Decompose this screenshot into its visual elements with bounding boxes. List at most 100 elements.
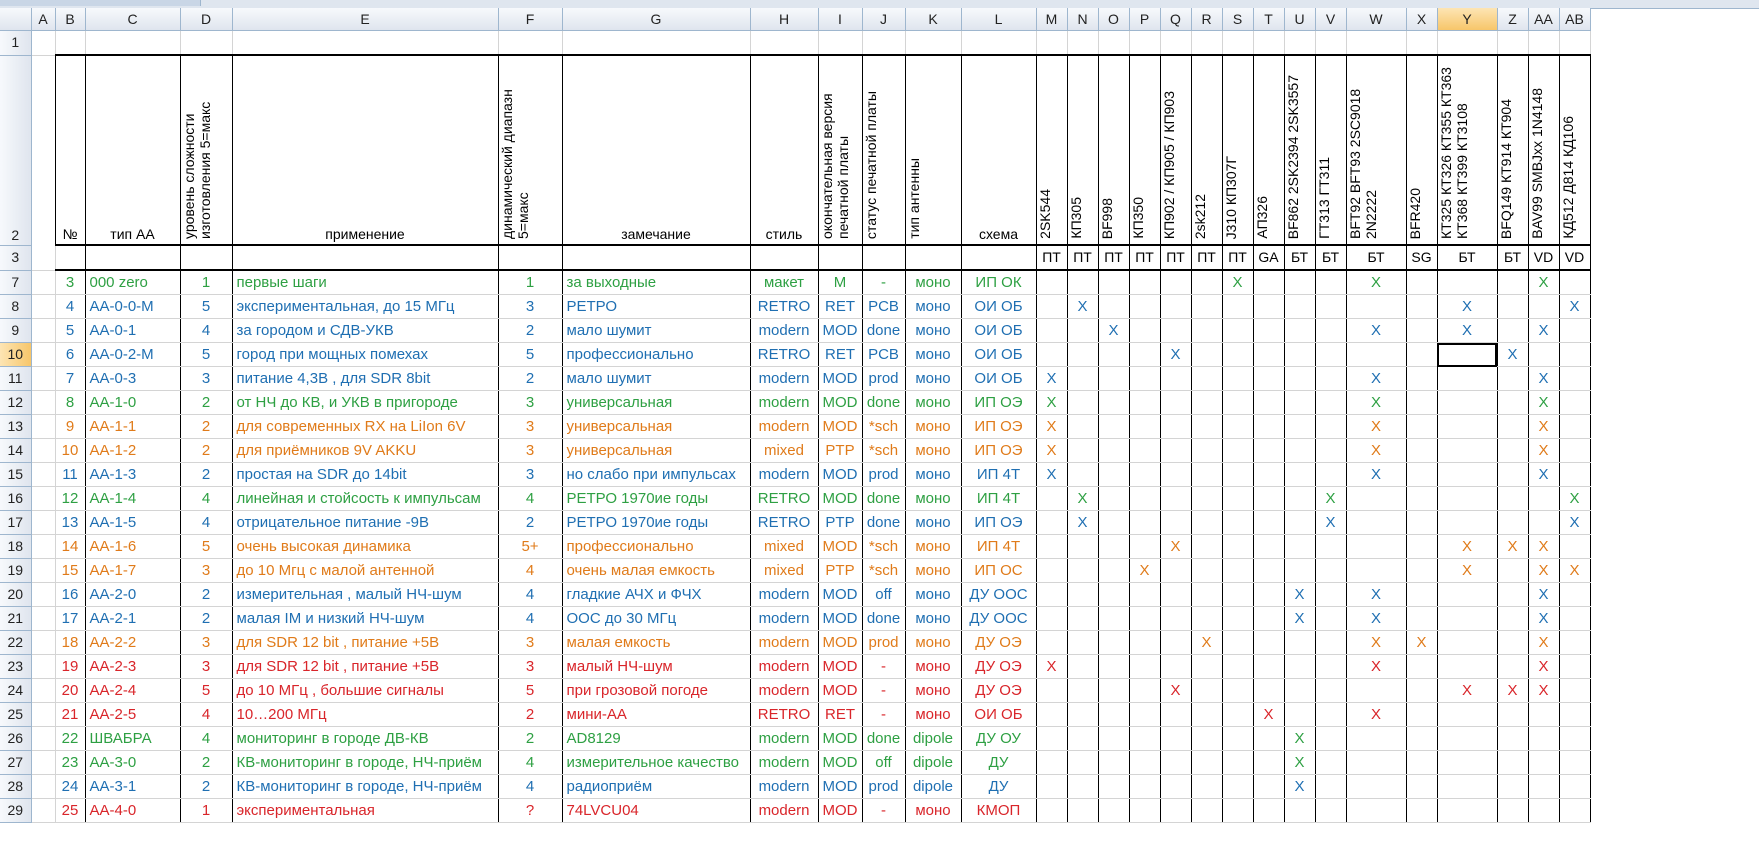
- cell[interactable]: город при мощных помехах: [232, 342, 499, 367]
- cell[interactable]: [1528, 342, 1560, 367]
- cell[interactable]: [1222, 774, 1254, 799]
- header-cell[interactable]: статус печатной платы: [862, 54, 906, 246]
- type-cell[interactable]: GA: [1253, 245, 1285, 271]
- column-header-s[interactable]: S: [1222, 8, 1254, 31]
- cell[interactable]: 2: [180, 462, 233, 487]
- column-header-f[interactable]: F: [498, 8, 563, 31]
- cell[interactable]: АА-3-0: [85, 750, 181, 775]
- row-header-28[interactable]: 28: [0, 774, 32, 799]
- cell[interactable]: ДУ ОУ: [961, 726, 1037, 751]
- cell[interactable]: [1284, 486, 1316, 511]
- cell[interactable]: done: [862, 318, 906, 343]
- header-cell[interactable]: BF998: [1098, 54, 1130, 246]
- cell[interactable]: [1036, 558, 1068, 583]
- cell[interactable]: [1406, 558, 1438, 583]
- cell[interactable]: [1191, 606, 1223, 631]
- cell[interactable]: [1098, 774, 1130, 799]
- row-header-14[interactable]: 14: [0, 438, 32, 463]
- cell[interactable]: X: [1284, 750, 1316, 775]
- cell[interactable]: [1528, 486, 1560, 511]
- cell[interactable]: modern: [750, 630, 819, 655]
- column-header-x[interactable]: X: [1406, 8, 1438, 31]
- cell[interactable]: очень малая емкость: [562, 558, 751, 583]
- header-cell[interactable]: КП902 / КП905 / КП903: [1160, 54, 1192, 246]
- column-header-m[interactable]: M: [1036, 8, 1068, 31]
- cell[interactable]: [85, 30, 181, 56]
- cell[interactable]: X: [1559, 486, 1591, 511]
- cell[interactable]: [1067, 798, 1099, 823]
- header-cell[interactable]: применение: [232, 54, 499, 246]
- cell[interactable]: [1160, 702, 1192, 727]
- cell[interactable]: 4: [498, 750, 563, 775]
- cell[interactable]: [1067, 438, 1099, 463]
- cell[interactable]: [1346, 726, 1407, 751]
- cell[interactable]: [1129, 726, 1161, 751]
- cell[interactable]: мало шумит: [562, 318, 751, 343]
- cell[interactable]: [961, 30, 1037, 56]
- cell[interactable]: [1284, 558, 1316, 583]
- cell[interactable]: [1406, 366, 1438, 391]
- cell[interactable]: X: [1528, 534, 1560, 559]
- cell[interactable]: ОИ ОБ: [961, 294, 1037, 319]
- cell[interactable]: [1346, 342, 1407, 367]
- cell[interactable]: [1036, 798, 1068, 823]
- cell[interactable]: [1067, 606, 1099, 631]
- cell[interactable]: АА-2-1: [85, 606, 181, 631]
- cell[interactable]: ДУ: [961, 750, 1037, 775]
- cell[interactable]: [1315, 270, 1347, 295]
- cell[interactable]: [31, 678, 56, 703]
- cell[interactable]: 9: [55, 414, 86, 439]
- cell[interactable]: 8: [55, 390, 86, 415]
- cell[interactable]: [1253, 678, 1285, 703]
- cell[interactable]: КВ-мониторинг в городе, НЧ-приём: [232, 774, 499, 799]
- column-header-r[interactable]: R: [1191, 8, 1223, 31]
- cell[interactable]: моно: [905, 798, 962, 823]
- cell[interactable]: [1067, 774, 1099, 799]
- cell[interactable]: [1559, 654, 1591, 679]
- type-cell[interactable]: [750, 245, 819, 271]
- cell[interactable]: АА-3-1: [85, 774, 181, 799]
- cell[interactable]: [1253, 294, 1285, 319]
- cell[interactable]: X: [1346, 654, 1407, 679]
- cell[interactable]: PTP: [818, 558, 863, 583]
- cell[interactable]: [1222, 414, 1254, 439]
- cell[interactable]: [1253, 726, 1285, 751]
- cell[interactable]: [1067, 414, 1099, 439]
- cell[interactable]: [1129, 342, 1161, 367]
- cell[interactable]: [1315, 558, 1347, 583]
- column-header-a[interactable]: A: [31, 8, 56, 31]
- header-cell[interactable]: J310 КП307Г: [1222, 54, 1254, 246]
- cell[interactable]: [31, 750, 56, 775]
- cell[interactable]: X: [1036, 390, 1068, 415]
- cell[interactable]: X: [1559, 510, 1591, 535]
- row-header-16[interactable]: 16: [0, 486, 32, 511]
- cell[interactable]: [1191, 486, 1223, 511]
- cell[interactable]: [1098, 414, 1130, 439]
- cell[interactable]: ООС до 30 МГц: [562, 606, 751, 631]
- cell[interactable]: MOD: [818, 366, 863, 391]
- cell[interactable]: 3: [180, 366, 233, 391]
- cell[interactable]: [1284, 654, 1316, 679]
- cell[interactable]: 7: [55, 366, 86, 391]
- cell[interactable]: X: [1160, 534, 1192, 559]
- cell[interactable]: АА-2-4: [85, 678, 181, 703]
- cell[interactable]: [1437, 30, 1498, 56]
- cell[interactable]: радиоприём: [562, 774, 751, 799]
- header-cell[interactable]: тип антенны: [905, 54, 962, 246]
- cell[interactable]: [1191, 366, 1223, 391]
- cell[interactable]: X: [1067, 510, 1099, 535]
- cell[interactable]: [1437, 390, 1498, 415]
- type-cell[interactable]: [31, 245, 56, 271]
- cell[interactable]: [1559, 798, 1591, 823]
- cell[interactable]: гладкие АЧХ и ФЧХ: [562, 582, 751, 607]
- cell[interactable]: измерительная , малый НЧ-шум: [232, 582, 499, 607]
- cell[interactable]: при грозовой погоде: [562, 678, 751, 703]
- cell[interactable]: экспериментальная, до 15 МГц: [232, 294, 499, 319]
- type-cell[interactable]: VD: [1559, 245, 1591, 271]
- cell[interactable]: для SDR 12 bit , питание +5В: [232, 654, 499, 679]
- cell[interactable]: X: [1528, 630, 1560, 655]
- cell[interactable]: modern: [750, 582, 819, 607]
- cell[interactable]: MOD: [818, 750, 863, 775]
- cell[interactable]: [1222, 366, 1254, 391]
- cell[interactable]: done: [862, 486, 906, 511]
